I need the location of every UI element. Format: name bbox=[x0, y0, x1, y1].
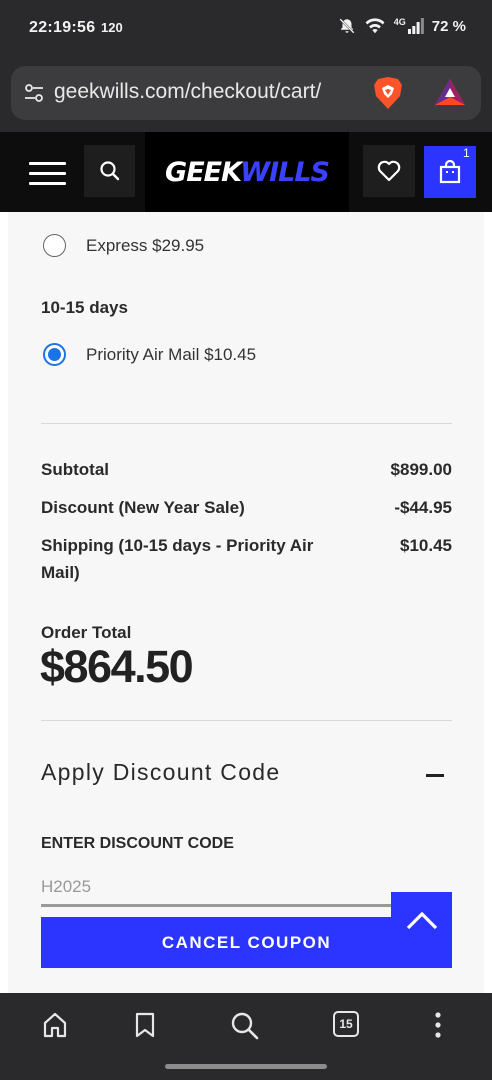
discount-section-title[interactable]: Apply Discount Code bbox=[41, 759, 280, 786]
shipping-option-express[interactable]: Express $29.95 bbox=[43, 234, 204, 257]
order-total-label: Order Total bbox=[41, 623, 132, 642]
network-type: 4G bbox=[393, 17, 406, 27]
bookmarks-button[interactable] bbox=[133, 1011, 157, 1044]
wishlist-button[interactable] bbox=[363, 145, 415, 197]
browser-toolbar: geekwills.com/checkout/cart/ bbox=[0, 58, 492, 132]
browser-bottom-nav: 15 bbox=[0, 993, 492, 1056]
tab-count: 15 bbox=[333, 1011, 359, 1037]
collapse-minus-icon[interactable] bbox=[426, 774, 444, 777]
wifi-icon bbox=[365, 18, 385, 34]
discount-code-input[interactable] bbox=[41, 869, 441, 907]
more-menu-button[interactable] bbox=[434, 1011, 442, 1044]
rewards-icon[interactable] bbox=[434, 78, 466, 106]
heart-icon bbox=[377, 160, 401, 182]
site-logo[interactable]: GEEKWILLS bbox=[145, 132, 349, 212]
discount-label: Discount (New Year Sale) bbox=[41, 498, 245, 517]
shipping-group-title: 10-15 days bbox=[41, 298, 128, 317]
discount-value: -$44.95 bbox=[394, 498, 452, 517]
order-total-value: $864.50 bbox=[40, 641, 194, 692]
mute-icon bbox=[339, 18, 355, 34]
shipping-option-priority[interactable]: Priority Air Mail $10.45 bbox=[43, 343, 256, 366]
status-bar: 22:19:56 120 4G 72 % bbox=[0, 0, 492, 58]
url-text[interactable]: geekwills.com/checkout/cart/ bbox=[54, 80, 321, 104]
search-icon bbox=[99, 161, 119, 181]
express-radio[interactable] bbox=[43, 234, 66, 257]
priority-radio[interactable] bbox=[43, 343, 66, 366]
home-icon bbox=[43, 1012, 67, 1038]
site-settings-icon[interactable] bbox=[23, 82, 45, 104]
scroll-to-top-button[interactable] bbox=[391, 892, 452, 968]
subtotal-label: Subtotal bbox=[41, 460, 109, 479]
more-vertical-icon bbox=[435, 1012, 441, 1038]
signal-icon bbox=[407, 18, 424, 34]
battery-level: 72 % bbox=[431, 17, 466, 35]
bookmark-icon bbox=[135, 1012, 155, 1038]
status-icons: 4G 72 % bbox=[338, 17, 466, 35]
brave-shields-icon[interactable] bbox=[373, 76, 403, 110]
subtotal-value: $899.00 bbox=[390, 460, 452, 479]
shipping-label: Shipping (10-15 days - Priority Air Mail… bbox=[41, 536, 314, 582]
search-button[interactable] bbox=[84, 145, 135, 197]
tabs-button[interactable]: 15 bbox=[333, 1011, 359, 1037]
search-nav-button[interactable] bbox=[230, 1011, 260, 1046]
shopping-bag-icon bbox=[439, 160, 461, 184]
chevron-up-icon bbox=[406, 911, 437, 930]
address-bar[interactable]: geekwills.com/checkout/cart/ bbox=[11, 66, 481, 120]
refresh-rate-indicator: 120 bbox=[101, 20, 123, 35]
divider bbox=[41, 720, 452, 721]
home-button[interactable] bbox=[41, 1011, 69, 1044]
logo-part-wills: WILLS bbox=[240, 156, 330, 188]
discount-field-label: ENTER DISCOUNT CODE bbox=[41, 835, 234, 852]
shipping-value: $10.45 bbox=[400, 536, 452, 555]
gesture-handle[interactable] bbox=[165, 1064, 327, 1069]
checkout-content: Express $29.95 10-15 days Priority Air M… bbox=[0, 212, 492, 993]
site-header: GEEKWILLS 1 bbox=[0, 132, 492, 212]
cart-count-badge: 1 bbox=[463, 146, 470, 160]
express-label: Express $29.95 bbox=[86, 235, 205, 255]
status-time: 22:19:56 bbox=[29, 19, 96, 36]
divider bbox=[41, 423, 452, 424]
menu-icon[interactable] bbox=[29, 162, 66, 192]
priority-label: Priority Air Mail $10.45 bbox=[86, 344, 257, 364]
logo-part-geek: GEEK bbox=[165, 156, 241, 188]
search-icon bbox=[231, 1012, 259, 1040]
